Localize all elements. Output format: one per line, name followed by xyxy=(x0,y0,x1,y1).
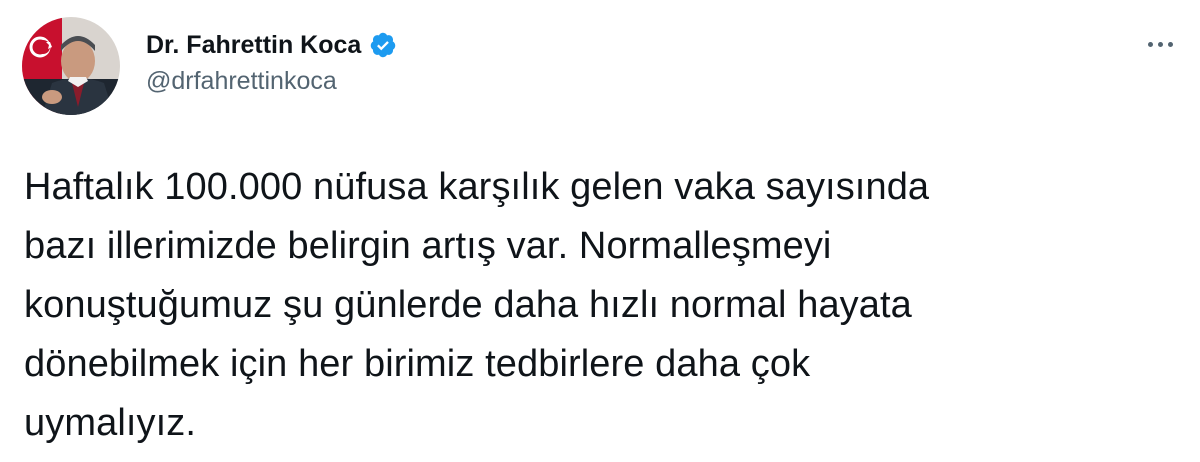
tweet-text-line: Haftalık 100.000 nüfusa karşılık gelen v… xyxy=(24,166,930,208)
author-handle[interactable]: @drfahrettinkoca xyxy=(146,67,337,96)
author-avatar[interactable] xyxy=(22,17,120,115)
author-name-row: Dr. Fahrettin Koca xyxy=(146,28,397,62)
more-options-icon xyxy=(1147,41,1173,47)
author-display-name[interactable]: Dr. Fahrettin Koca xyxy=(146,31,361,60)
tweet-text-line: bazı illerimizde belirgin artış var. Nor… xyxy=(24,225,832,267)
verified-badge-icon xyxy=(369,31,397,59)
tweet-text-line: uymalıyız. xyxy=(24,402,197,444)
tweet-text-line: konuştuğumuz şu günlerde daha hızlı norm… xyxy=(24,284,912,326)
more-options-button[interactable] xyxy=(1140,28,1180,60)
avatar-photo xyxy=(22,17,120,115)
tweet-text: Haftalık 100.000 nüfusa karşılık gelen v… xyxy=(24,158,1174,453)
tweet-card: Dr. Fahrettin Koca @drfahrettinkoca Haft… xyxy=(0,0,1200,462)
tweet-text-line: dönebilmek için her birimiz tedbirlere d… xyxy=(24,343,811,385)
